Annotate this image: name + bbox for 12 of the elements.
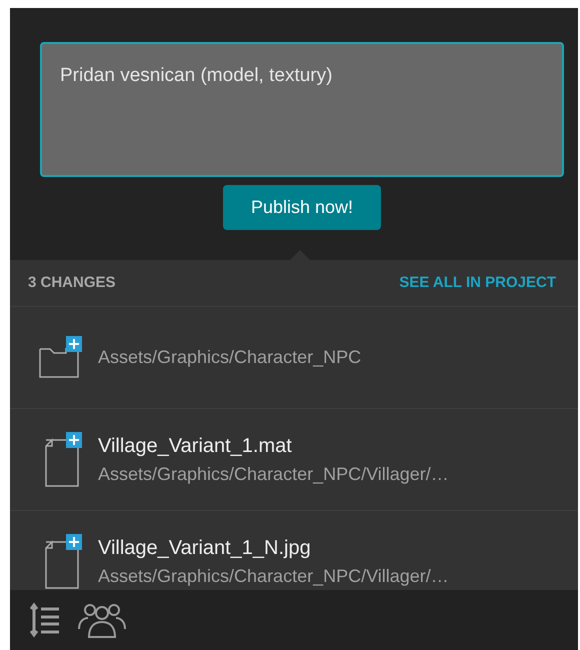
file-path: Assets/Graphics/Character_NPC/Villager/… [98,463,449,486]
file-name: Village_Variant_1_N.jpg [98,536,312,561]
file-path: Assets/Graphics/Character_NPC/Villager/… [98,565,449,588]
message-field[interactable]: Pridan vesnican (model, textury) [40,42,564,177]
file-name: Village_Variant_1.mat [98,434,293,459]
file-path: Assets/Graphics/Character_NPC [98,346,362,369]
see-all-link[interactable]: SEE ALL IN PROJECT [399,272,556,294]
people-icon[interactable] [76,601,128,639]
publish-button[interactable]: Publish now! [222,185,382,230]
list-icon[interactable] [30,602,60,638]
folder-add-icon [38,336,84,380]
changes-count: 3 CHANGES [28,272,116,293]
